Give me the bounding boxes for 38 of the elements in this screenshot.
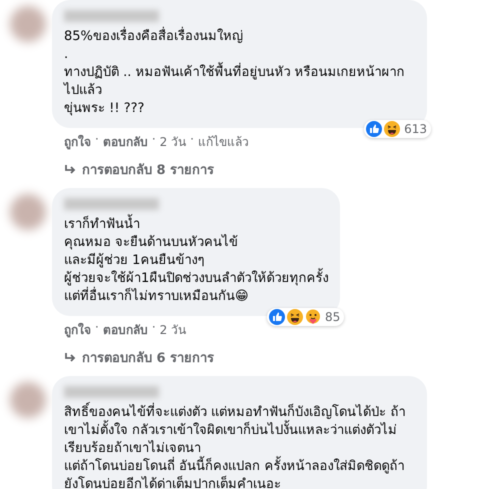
comment-text: เราก็ทำฟันนํ้า	[64, 216, 328, 234]
view-replies-link[interactable]: การตอบกลับ 8 รายการ	[52, 151, 214, 180]
comment-action-link[interactable]: ตอบกลับ	[102, 132, 148, 151]
like-icon	[366, 121, 382, 137]
laughing-face-icon	[384, 121, 400, 137]
comment-action-link[interactable]: ถูกใจ	[64, 132, 91, 151]
comment-text: แต่ที่อื่นเราก็ไม่ทราบเหมือนกัน😁	[64, 288, 328, 306]
separator-dot: ·	[95, 320, 99, 336]
separator-dot: ·	[95, 132, 99, 148]
comment-meta-text: แก้ไขแล้ว	[198, 134, 249, 151]
avatar[interactable]	[10, 194, 46, 230]
comment-text: ขุ่นพระ !! ???	[64, 100, 146, 118]
reaction-count: 613	[404, 122, 427, 136]
like-icon	[269, 309, 285, 325]
laughing-face-icon	[287, 309, 303, 325]
comment-text: ทางปฏิบัติ .. หมอฟันเค้าใช้พื้นที่อยู่บนหัว หรือนมเกยหน้าผากไปแล้ว	[64, 64, 415, 100]
reaction-badge[interactable]: 85	[267, 308, 344, 326]
comment-action-link[interactable]: ถูกใจ	[64, 320, 91, 339]
separator-dot: ·	[152, 132, 156, 148]
comment-text: แต่ถ้าโดนบ่อยโดนถี่ อันนี้ก็คงแปลก ครั้งหน้าลองใส่มิดชิดดูถ้ายังโดนบ่อยอีกได้ด่าเต็มปากเต็มคำเนอะ	[64, 458, 415, 489]
comment-text: 85%ของเรื่องคือสื่อเรื่องนมใหญ่	[64, 28, 415, 46]
reply-arrow-icon	[64, 352, 76, 362]
comment-meta-text: 2 วัน	[160, 134, 186, 151]
comment-text: ผู้ช่วยจะใช้ผ้า1ผืนปิดช่วงบนลำตัวให้ด้วยทุกครั้ง	[64, 270, 328, 288]
reaction-count: 85	[325, 310, 340, 324]
separator-dot: ·	[190, 132, 194, 148]
comment-action-link[interactable]: ตอบกลับ	[102, 320, 148, 339]
separator-dot: ·	[152, 320, 156, 336]
comment-meta-text: 2 วัน	[160, 322, 186, 339]
reply-arrow-icon	[64, 164, 76, 174]
avatar[interactable]	[10, 382, 46, 418]
avatar[interactable]	[10, 6, 46, 42]
view-replies-link[interactable]: การตอบกลับ 6 รายการ	[52, 339, 214, 368]
comment-text: และมีผู้ช่วย 1คนยืนข้างๆ	[64, 252, 206, 268]
comment-text: คุณหมอ จะยืนด้านบนหัวคนไข้	[64, 234, 240, 252]
comment-text: .	[64, 46, 70, 64]
reaction-badge[interactable]: 613	[364, 120, 431, 138]
hugging-face-icon	[305, 309, 321, 325]
